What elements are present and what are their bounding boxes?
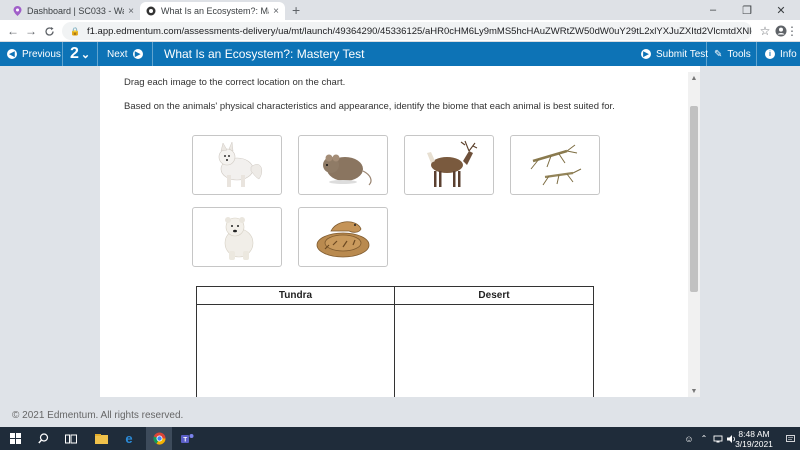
- desert-drop-zone[interactable]: [395, 305, 593, 397]
- back-icon[interactable]: ←: [4, 22, 22, 40]
- toolbar-divider: [756, 42, 757, 66]
- tab-close-button[interactable]: ×: [128, 6, 134, 17]
- previous-label: Previous: [22, 48, 61, 60]
- next-label: Next: [107, 48, 128, 60]
- arrow-left-icon: ◀: [7, 49, 17, 59]
- clock-time: 8:48 AM: [738, 429, 770, 439]
- edmentum-icon: [146, 6, 156, 16]
- page-footer: © 2021 Edmentum. All rights reserved.: [0, 403, 800, 427]
- new-tab-button[interactable]: +: [292, 2, 300, 18]
- draggable-polar-bear-image[interactable]: [192, 207, 282, 267]
- forward-icon[interactable]: →: [22, 22, 40, 40]
- info-button[interactable]: i Info: [760, 42, 797, 66]
- file-explorer-icon[interactable]: [92, 427, 110, 450]
- toolbar-divider: [152, 42, 153, 66]
- reindeer-picture: [427, 140, 478, 187]
- notification-icon[interactable]: [784, 427, 796, 450]
- maximize-button[interactable]: ❐: [730, 0, 764, 20]
- tray-chevron-icon[interactable]: ⌃: [698, 427, 710, 450]
- question-panel: Drag each image to the correct location …: [100, 66, 700, 397]
- task-view-icon[interactable]: [62, 427, 80, 450]
- tab-dashboard[interactable]: Dashboard | SC033 - Ware Shoals ×: [6, 2, 140, 20]
- tab-title: Dashboard | SC033 - Ware Shoals: [27, 6, 124, 16]
- browser-tab-strip: Dashboard | SC033 - Ware Shoals × What I…: [0, 0, 800, 20]
- tools-label: Tools: [727, 48, 751, 60]
- question-selector[interactable]: 2 ⌄: [70, 42, 90, 66]
- location-pin-icon: [12, 6, 22, 16]
- draggable-mouse-image[interactable]: [298, 135, 388, 195]
- previous-button[interactable]: ◀ Previous: [2, 42, 61, 66]
- arctic-fox-picture: [218, 141, 262, 187]
- network-icon[interactable]: [712, 427, 724, 450]
- url-text: f1.app.edmentum.com/assessments-delivery…: [86, 25, 752, 37]
- desert-column-header: Desert: [395, 287, 593, 305]
- assessment-toolbar: ◀ Previous 2 ⌄ Next ▶ What Is an Ecosyst…: [0, 42, 800, 66]
- edge-icon[interactable]: e: [120, 427, 138, 450]
- close-window-button[interactable]: ✕: [764, 0, 798, 20]
- question-prompt: Based on the animals' physical character…: [124, 101, 615, 112]
- toolbar-divider: [706, 42, 707, 66]
- draggable-arctic-fox-image[interactable]: [192, 135, 282, 195]
- info-label: Info: [780, 48, 797, 60]
- next-button[interactable]: Next ▶: [107, 42, 148, 66]
- url-bar[interactable]: 🔒 f1.app.edmentum.com/assessments-delive…: [62, 22, 752, 40]
- polar-bear-picture: [224, 217, 254, 260]
- browser-menu-icon[interactable]: ⋮: [786, 22, 798, 40]
- clock-date: 3/19/2021: [735, 439, 773, 449]
- chrome-icon[interactable]: [146, 427, 172, 450]
- content-scrollbar[interactable]: ▲ ▼: [688, 72, 700, 397]
- scrollbar-thumb[interactable]: [690, 106, 698, 292]
- arrow-right-icon: ▶: [132, 49, 143, 59]
- tools-button[interactable]: ✎ Tools: [714, 42, 751, 66]
- biome-chart: Tundra Desert: [196, 286, 594, 397]
- tab-close-button[interactable]: ×: [273, 6, 279, 17]
- tab-title: What Is an Ecosystem?: Mastery: [161, 6, 269, 16]
- search-icon[interactable]: [34, 427, 52, 450]
- toolbar-divider: [97, 42, 98, 66]
- taskbar-clock[interactable]: 8:48 AM 3/19/2021: [730, 429, 778, 449]
- teams-icon[interactable]: T: [178, 427, 196, 450]
- mouse-picture: [323, 154, 372, 186]
- tundra-drop-zone[interactable]: [197, 305, 395, 397]
- people-icon[interactable]: ☺: [682, 427, 696, 450]
- lock-icon: 🔒: [70, 26, 80, 36]
- scroll-down-icon[interactable]: ▼: [688, 385, 700, 397]
- chevron-down-icon: ⌄: [80, 48, 91, 61]
- wrench-icon: ✎: [714, 48, 723, 60]
- tab-mastery-test[interactable]: What Is an Ecosystem?: Mastery ×: [140, 2, 285, 20]
- draggable-rattlesnake-image[interactable]: [298, 207, 388, 267]
- reload-icon[interactable]: [40, 22, 58, 40]
- svg-text:T: T: [183, 436, 187, 443]
- arrow-right-icon: ▶: [641, 49, 651, 59]
- tundra-column-header: Tundra: [197, 287, 395, 305]
- windows-taskbar: e T ☺ ⌃ 8:48 AM 3/19/2021: [0, 427, 800, 450]
- draggable-reindeer-image[interactable]: [404, 135, 494, 195]
- toolbar-divider: [62, 42, 63, 66]
- submit-test-button[interactable]: ▶ Submit Test: [636, 42, 708, 66]
- minimize-button[interactable]: –: [696, 0, 730, 20]
- grasshopper-picture: [530, 144, 582, 186]
- instruction-text: Drag each image to the correct location …: [124, 77, 346, 88]
- browser-address-bar: ← → 🔒 f1.app.edmentum.com/assessments-de…: [0, 20, 800, 42]
- windows-start-icon[interactable]: [6, 427, 24, 450]
- submit-label: Submit Test: [656, 48, 709, 60]
- scroll-up-icon[interactable]: ▲: [688, 72, 700, 84]
- rattlesnake-picture: [316, 221, 370, 258]
- question-number: 2: [70, 45, 79, 62]
- draggable-grasshopper-image[interactable]: [510, 135, 600, 195]
- copyright-text: © 2021 Edmentum. All rights reserved.: [12, 409, 184, 421]
- info-icon: i: [765, 49, 775, 59]
- page-title: What Is an Ecosystem?: Mastery Test: [164, 47, 365, 61]
